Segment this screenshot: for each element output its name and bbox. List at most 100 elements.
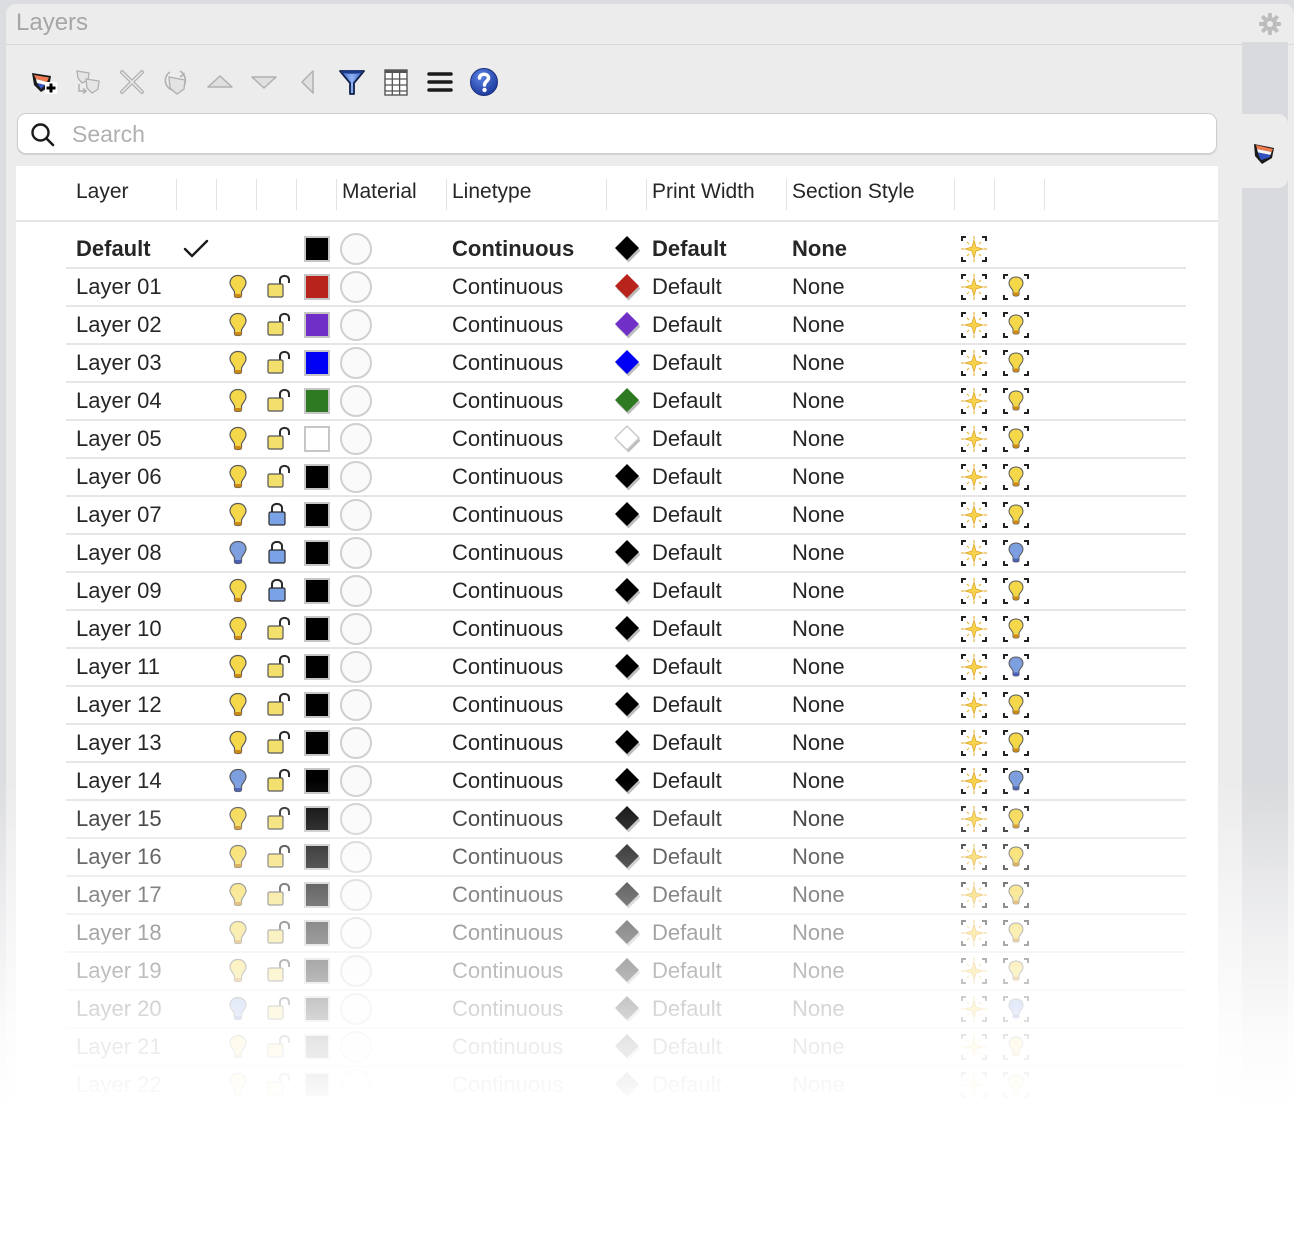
viewport-bulb-on-icon[interactable] xyxy=(1002,273,1030,301)
layer-color-swatch[interactable] xyxy=(304,426,330,452)
layer-visibility-toggle[interactable] xyxy=(228,920,248,951)
layer-color-swatch[interactable] xyxy=(304,1034,330,1060)
material-circle[interactable] xyxy=(340,727,372,759)
material-circle[interactable] xyxy=(340,271,372,303)
model-clip-sparkle-icon[interactable] xyxy=(960,1071,988,1099)
column-divider[interactable] xyxy=(336,179,337,210)
gear-icon[interactable] xyxy=(1258,12,1282,36)
layer-visibility-toggle[interactable] xyxy=(228,1034,248,1065)
section-style-value[interactable]: None xyxy=(792,616,845,642)
section-style-value[interactable]: None xyxy=(792,996,845,1022)
section-style-value[interactable]: None xyxy=(792,426,845,452)
print-color-diamond-icon[interactable] xyxy=(612,879,642,911)
print-width-value[interactable]: Default xyxy=(652,1034,722,1060)
layer-color-swatch[interactable] xyxy=(304,540,330,566)
viewport-bulb-on-icon[interactable] xyxy=(1002,615,1030,643)
column-divider[interactable] xyxy=(646,179,647,210)
model-clip-sparkle-icon[interactable] xyxy=(960,957,988,985)
section-style-value[interactable]: None xyxy=(792,236,847,262)
model-clip-sparkle-icon[interactable] xyxy=(960,539,988,567)
layer-name[interactable]: Layer 14 xyxy=(76,768,162,794)
layer-color-swatch[interactable] xyxy=(304,578,330,604)
section-style-value[interactable]: None xyxy=(792,540,845,566)
layer-color-swatch[interactable] xyxy=(304,806,330,832)
layer-color-swatch[interactable] xyxy=(304,236,330,262)
reset-layer-button[interactable] xyxy=(154,62,198,102)
model-clip-sparkle-icon[interactable] xyxy=(960,463,988,491)
section-style-value[interactable]: None xyxy=(792,692,845,718)
viewport-bulb-on-icon[interactable] xyxy=(1002,729,1030,757)
linetype-value[interactable]: Continuous xyxy=(452,1072,563,1098)
viewport-bulb-on-icon[interactable] xyxy=(1002,805,1030,833)
move-out-button[interactable] xyxy=(286,62,330,102)
layer-visibility-toggle[interactable] xyxy=(228,350,248,381)
layer-lock-toggle[interactable] xyxy=(266,957,292,988)
linetype-value[interactable]: Continuous xyxy=(452,464,563,490)
viewport-bulb-on-icon[interactable] xyxy=(1002,843,1030,871)
model-clip-sparkle-icon[interactable] xyxy=(960,767,988,795)
help-button[interactable] xyxy=(462,62,506,102)
layer-name[interactable]: Layer 17 xyxy=(76,882,162,908)
layer-name[interactable]: Layer 13 xyxy=(76,730,162,756)
material-circle[interactable] xyxy=(340,309,372,341)
layer-color-swatch[interactable] xyxy=(304,1072,330,1098)
material-circle[interactable] xyxy=(340,1031,372,1063)
layer-row[interactable]: Layer 03 Continuous Default None xyxy=(16,344,1218,383)
print-width-value[interactable]: Default xyxy=(652,730,722,756)
print-width-value[interactable]: Default xyxy=(652,578,722,604)
linetype-value[interactable]: Continuous xyxy=(452,426,563,452)
layer-lock-toggle[interactable] xyxy=(266,1071,292,1102)
model-clip-sparkle-icon[interactable] xyxy=(960,273,988,301)
layer-name[interactable]: Layer 09 xyxy=(76,578,162,604)
model-clip-sparkle-icon[interactable] xyxy=(960,577,988,605)
print-width-value[interactable]: Default xyxy=(652,1072,722,1098)
print-color-diamond-icon[interactable] xyxy=(612,1031,642,1063)
model-clip-sparkle-icon[interactable] xyxy=(960,653,988,681)
layer-lock-toggle[interactable] xyxy=(266,577,288,608)
viewport-bulb-off-icon[interactable] xyxy=(1002,995,1030,1023)
layer-color-swatch[interactable] xyxy=(304,654,330,680)
material-circle[interactable] xyxy=(340,613,372,645)
print-color-diamond-icon[interactable] xyxy=(612,803,642,835)
columns-button[interactable] xyxy=(374,62,418,102)
section-style-value[interactable]: None xyxy=(792,958,845,984)
layer-visibility-toggle[interactable] xyxy=(228,388,248,419)
section-style-value[interactable]: None xyxy=(792,768,845,794)
layer-name[interactable]: Layer 10 xyxy=(76,616,162,642)
linetype-value[interactable]: Continuous xyxy=(452,274,563,300)
model-clip-sparkle-icon[interactable] xyxy=(960,843,988,871)
print-width-value[interactable]: Default xyxy=(652,236,727,262)
layer-lock-toggle[interactable] xyxy=(266,501,288,532)
section-style-value[interactable]: None xyxy=(792,464,845,490)
layer-row[interactable]: Default Continuous Default None xyxy=(16,230,1218,269)
material-circle[interactable] xyxy=(340,917,372,949)
print-color-diamond-icon[interactable] xyxy=(612,613,642,645)
delete-layer-button[interactable] xyxy=(110,62,154,102)
layer-lock-toggle[interactable] xyxy=(266,273,292,304)
viewport-bulb-on-icon[interactable] xyxy=(1002,387,1030,415)
layer-color-swatch[interactable] xyxy=(304,920,330,946)
viewport-bulb-on-icon[interactable] xyxy=(1002,919,1030,947)
section-style-value[interactable]: None xyxy=(792,312,845,338)
print-color-diamond-icon[interactable] xyxy=(612,917,642,949)
layer-color-swatch[interactable] xyxy=(304,730,330,756)
print-width-value[interactable]: Default xyxy=(652,806,722,832)
layer-lock-toggle[interactable] xyxy=(266,349,292,380)
layer-color-swatch[interactable] xyxy=(304,958,330,984)
layer-name[interactable]: Layer 16 xyxy=(76,844,162,870)
layer-lock-toggle[interactable] xyxy=(266,311,292,342)
print-width-value[interactable]: Default xyxy=(652,882,722,908)
layer-visibility-toggle[interactable] xyxy=(228,768,248,799)
viewport-bulb-on-icon[interactable] xyxy=(1002,463,1030,491)
model-clip-sparkle-icon[interactable] xyxy=(960,387,988,415)
column-header-section-style[interactable]: Section Style xyxy=(792,180,915,204)
column-divider[interactable] xyxy=(176,179,177,210)
filter-button[interactable] xyxy=(330,62,374,102)
model-clip-sparkle-icon[interactable] xyxy=(960,615,988,643)
layer-name[interactable]: Layer 12 xyxy=(76,692,162,718)
layer-row[interactable]: Layer 08 Continuous Default None xyxy=(16,534,1218,573)
linetype-value[interactable]: Continuous xyxy=(452,920,563,946)
layer-row[interactable]: Layer 21 Continuous Default None xyxy=(16,1028,1218,1067)
layer-name[interactable]: Layer 05 xyxy=(76,426,162,452)
print-color-diamond-icon[interactable] xyxy=(612,309,642,341)
